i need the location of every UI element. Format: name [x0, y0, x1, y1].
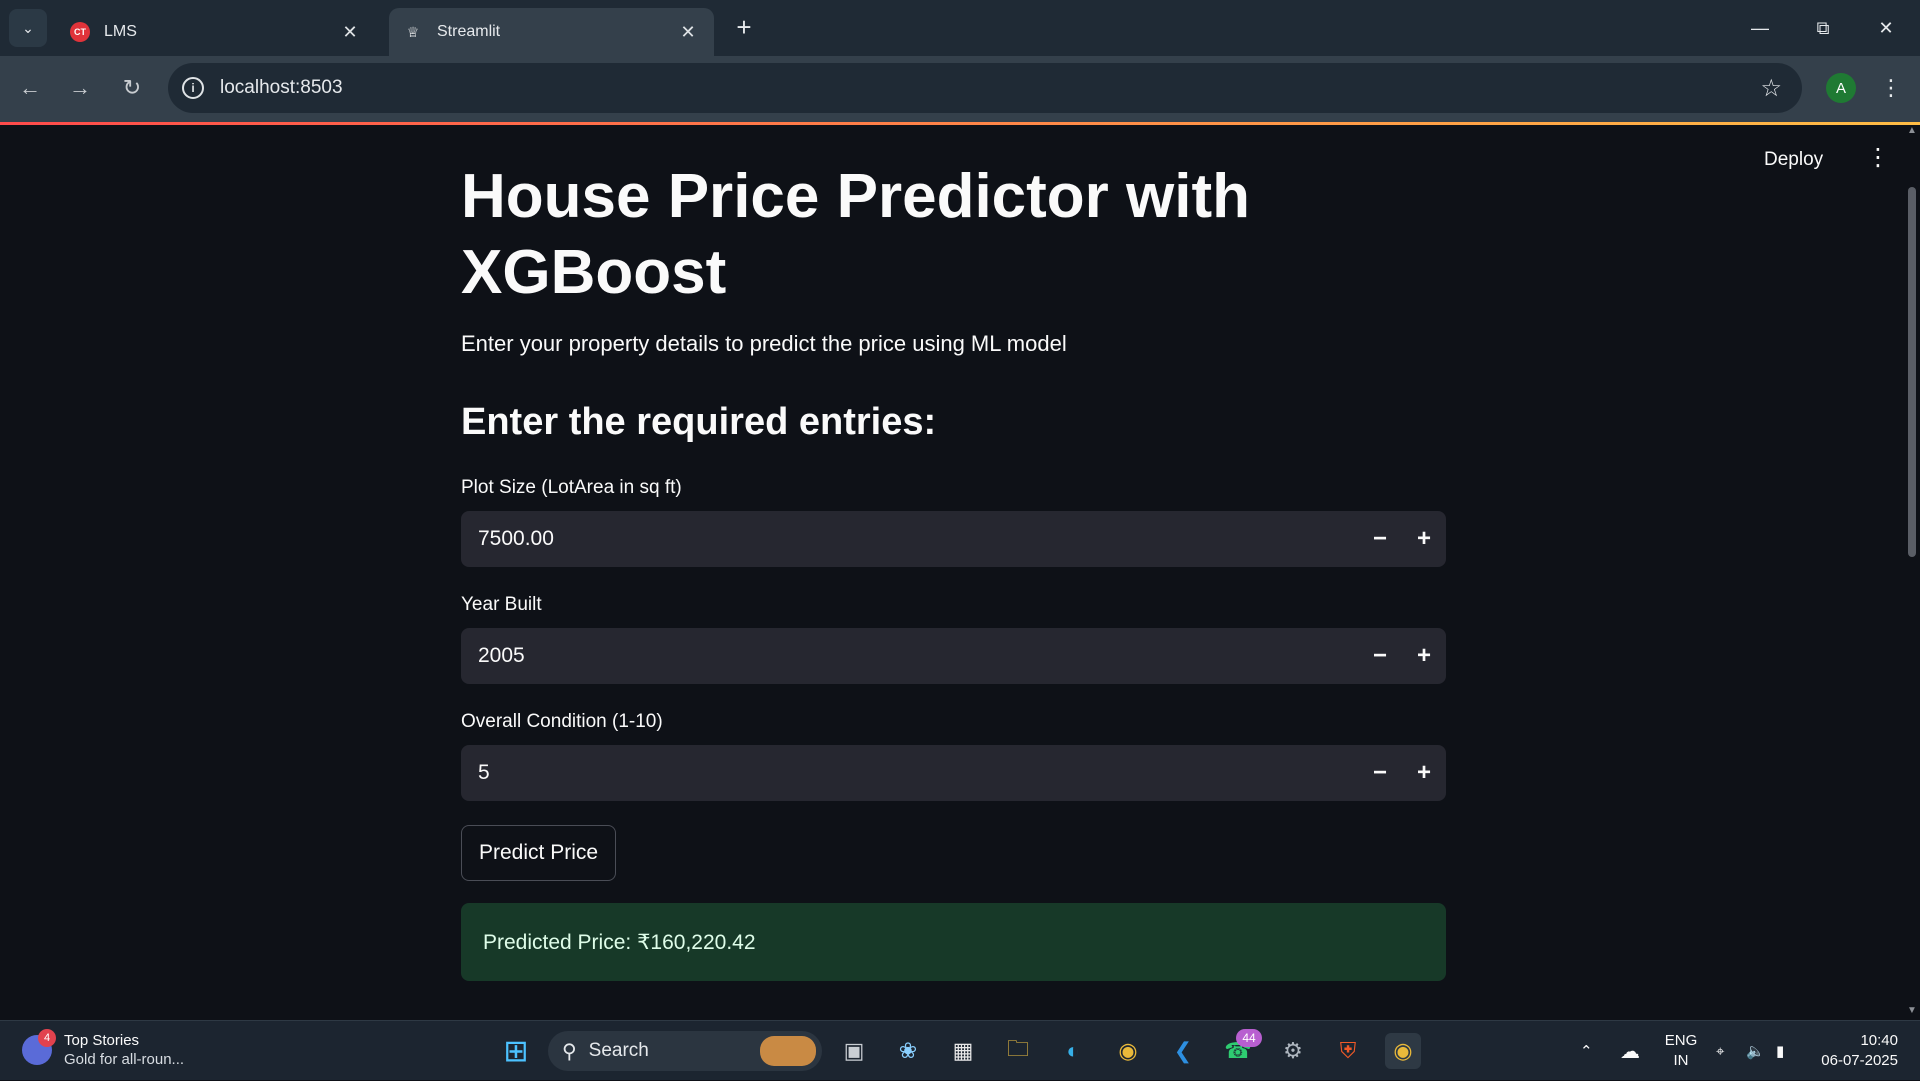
page-subtitle: Enter your property details to predict t… — [461, 331, 1067, 356]
overall-condition-value[interactable]: 5 — [461, 761, 1358, 785]
file-explorer-icon[interactable]: 🗀 — [1000, 1033, 1036, 1069]
streamlit-app: Deploy ⋮ ▲ ▼ House Price Predictor with … — [0, 125, 1920, 1020]
show-hidden-icons[interactable]: ⌃ — [1580, 1021, 1593, 1081]
news-widget[interactable]: 4 Top Stories Gold for all-roun... — [22, 1029, 185, 1069]
overall-condition-input[interactable]: 5 − + — [461, 745, 1446, 801]
search-icon: ⚲ — [562, 1040, 577, 1063]
increment-button[interactable]: + — [1402, 745, 1446, 801]
plot-size-value[interactable]: 7500.00 — [461, 527, 1358, 551]
browser-tab-strip: ⌄ CT LMS ✕ ♕ Streamlit ✕ + — ⧉ ✕ — [0, 0, 1920, 56]
streamlit-icon: ♕ — [406, 23, 420, 40]
microsoft-store-icon[interactable]: ▦ — [945, 1033, 981, 1069]
increment-button[interactable]: + — [1402, 511, 1446, 567]
language-indicator[interactable]: ENG IN — [1664, 1031, 1698, 1071]
close-icon[interactable]: ✕ — [676, 22, 700, 43]
clock-time: 10:40 — [1860, 1032, 1898, 1049]
deploy-button[interactable]: Deploy — [1764, 149, 1823, 171]
decrement-button[interactable]: − — [1358, 628, 1402, 684]
tab-search-button[interactable]: ⌄ — [9, 9, 47, 47]
year-built-value[interactable]: 2005 — [461, 644, 1358, 668]
system-clock[interactable]: 10:40 06-07-2025 — [1818, 1031, 1898, 1071]
scroll-up-icon[interactable]: ▲ — [1907, 125, 1917, 136]
site-info-icon[interactable]: i — [182, 77, 204, 99]
chrome-icon[interactable]: ◉ — [1110, 1033, 1146, 1069]
language-bottom: IN — [1673, 1052, 1689, 1069]
increment-button[interactable]: + — [1402, 628, 1446, 684]
copilot-icon[interactable]: ❀ — [890, 1033, 926, 1069]
language-top: ENG — [1664, 1032, 1698, 1049]
chevron-down-icon: ⌄ — [22, 19, 34, 36]
year-built-label: Year Built — [461, 594, 542, 615]
taskbar-search[interactable]: ⚲ Search — [548, 1031, 822, 1071]
reload-icon[interactable]: ↻ — [114, 70, 150, 106]
whatsapp-badge: 44 — [1236, 1029, 1262, 1047]
page-title: House Price Predictor with XGBoost — [461, 162, 1250, 307]
tab-label: LMS — [104, 23, 137, 40]
year-built-input[interactable]: 2005 − + — [461, 628, 1446, 684]
scrollbar-thumb[interactable] — [1908, 187, 1916, 557]
address-bar[interactable]: i localhost:8503 ☆ — [168, 63, 1802, 113]
clock-date: 06-07-2025 — [1821, 1052, 1898, 1069]
chrome-profile-icon[interactable]: ◉ — [1385, 1033, 1421, 1069]
wifi-icon[interactable]: ⌖ — [1716, 1021, 1724, 1081]
windows-taskbar: 4 Top Stories Gold for all-roun... ⊞ ⚲ S… — [0, 1020, 1920, 1080]
tab-streamlit[interactable]: ♕ Streamlit ✕ — [389, 8, 714, 56]
edge-icon[interactable]: ◐ — [1055, 1033, 1091, 1069]
bookmark-star-icon[interactable]: ☆ — [1760, 74, 1782, 103]
battery-icon[interactable]: ▮ — [1776, 1021, 1784, 1081]
profile-avatar[interactable]: A — [1826, 73, 1856, 103]
minimize-icon[interactable]: — — [1730, 0, 1790, 56]
close-window-icon[interactable]: ✕ — [1856, 0, 1916, 56]
tab-label: Streamlit — [437, 23, 501, 40]
vscode-icon[interactable]: ❮ — [1165, 1033, 1201, 1069]
onedrive-icon[interactable]: ☁ — [1620, 1021, 1640, 1081]
plot-size-label: Plot Size (LotArea in sq ft) — [461, 477, 682, 498]
tab-lms[interactable]: CT LMS ✕ — [56, 8, 376, 56]
decrement-button[interactable]: − — [1358, 745, 1402, 801]
url-text: localhost:8503 — [220, 77, 343, 98]
restore-icon[interactable]: ⧉ — [1793, 0, 1853, 56]
news-badge: 4 — [38, 1029, 56, 1047]
close-icon[interactable]: ✕ — [338, 22, 362, 43]
windows-start-icon[interactable]: ⊞ — [498, 1033, 534, 1069]
overall-condition-label: Overall Condition (1-10) — [461, 711, 663, 732]
browser-menu-icon[interactable]: ⋮ — [1876, 72, 1906, 104]
forward-icon[interactable]: → — [62, 70, 98, 106]
app-menu-icon[interactable]: ⋮ — [1866, 143, 1890, 172]
back-icon[interactable]: ← — [12, 70, 48, 106]
search-label: Search — [588, 1040, 649, 1061]
lms-icon: CT — [70, 22, 90, 42]
plot-size-input[interactable]: 7500.00 − + — [461, 511, 1446, 567]
predict-price-button[interactable]: Predict Price — [461, 825, 617, 881]
scroll-down-icon[interactable]: ▼ — [1907, 1005, 1917, 1016]
brave-icon[interactable]: ⛨ — [1330, 1033, 1366, 1069]
search-highlight-icon — [760, 1036, 816, 1066]
news-subtitle: Gold for all-roun... — [64, 1051, 185, 1068]
browser-toolbar: ← → ↻ i localhost:8503 ☆ A ⋮ — [0, 56, 1920, 122]
news-icon: 4 — [22, 1029, 56, 1065]
prediction-result: Predicted Price: ₹160,220.42 — [461, 903, 1446, 981]
decrement-button[interactable]: − — [1358, 511, 1402, 567]
settings-gear-icon[interactable]: ⚙ — [1275, 1033, 1311, 1069]
news-title: Top Stories — [64, 1032, 140, 1049]
task-view-icon[interactable]: ▣ — [836, 1033, 872, 1069]
volume-icon[interactable]: 🔈 — [1746, 1021, 1765, 1081]
section-heading: Enter the required entries: — [461, 401, 937, 443]
new-tab-button[interactable]: + — [728, 12, 760, 44]
